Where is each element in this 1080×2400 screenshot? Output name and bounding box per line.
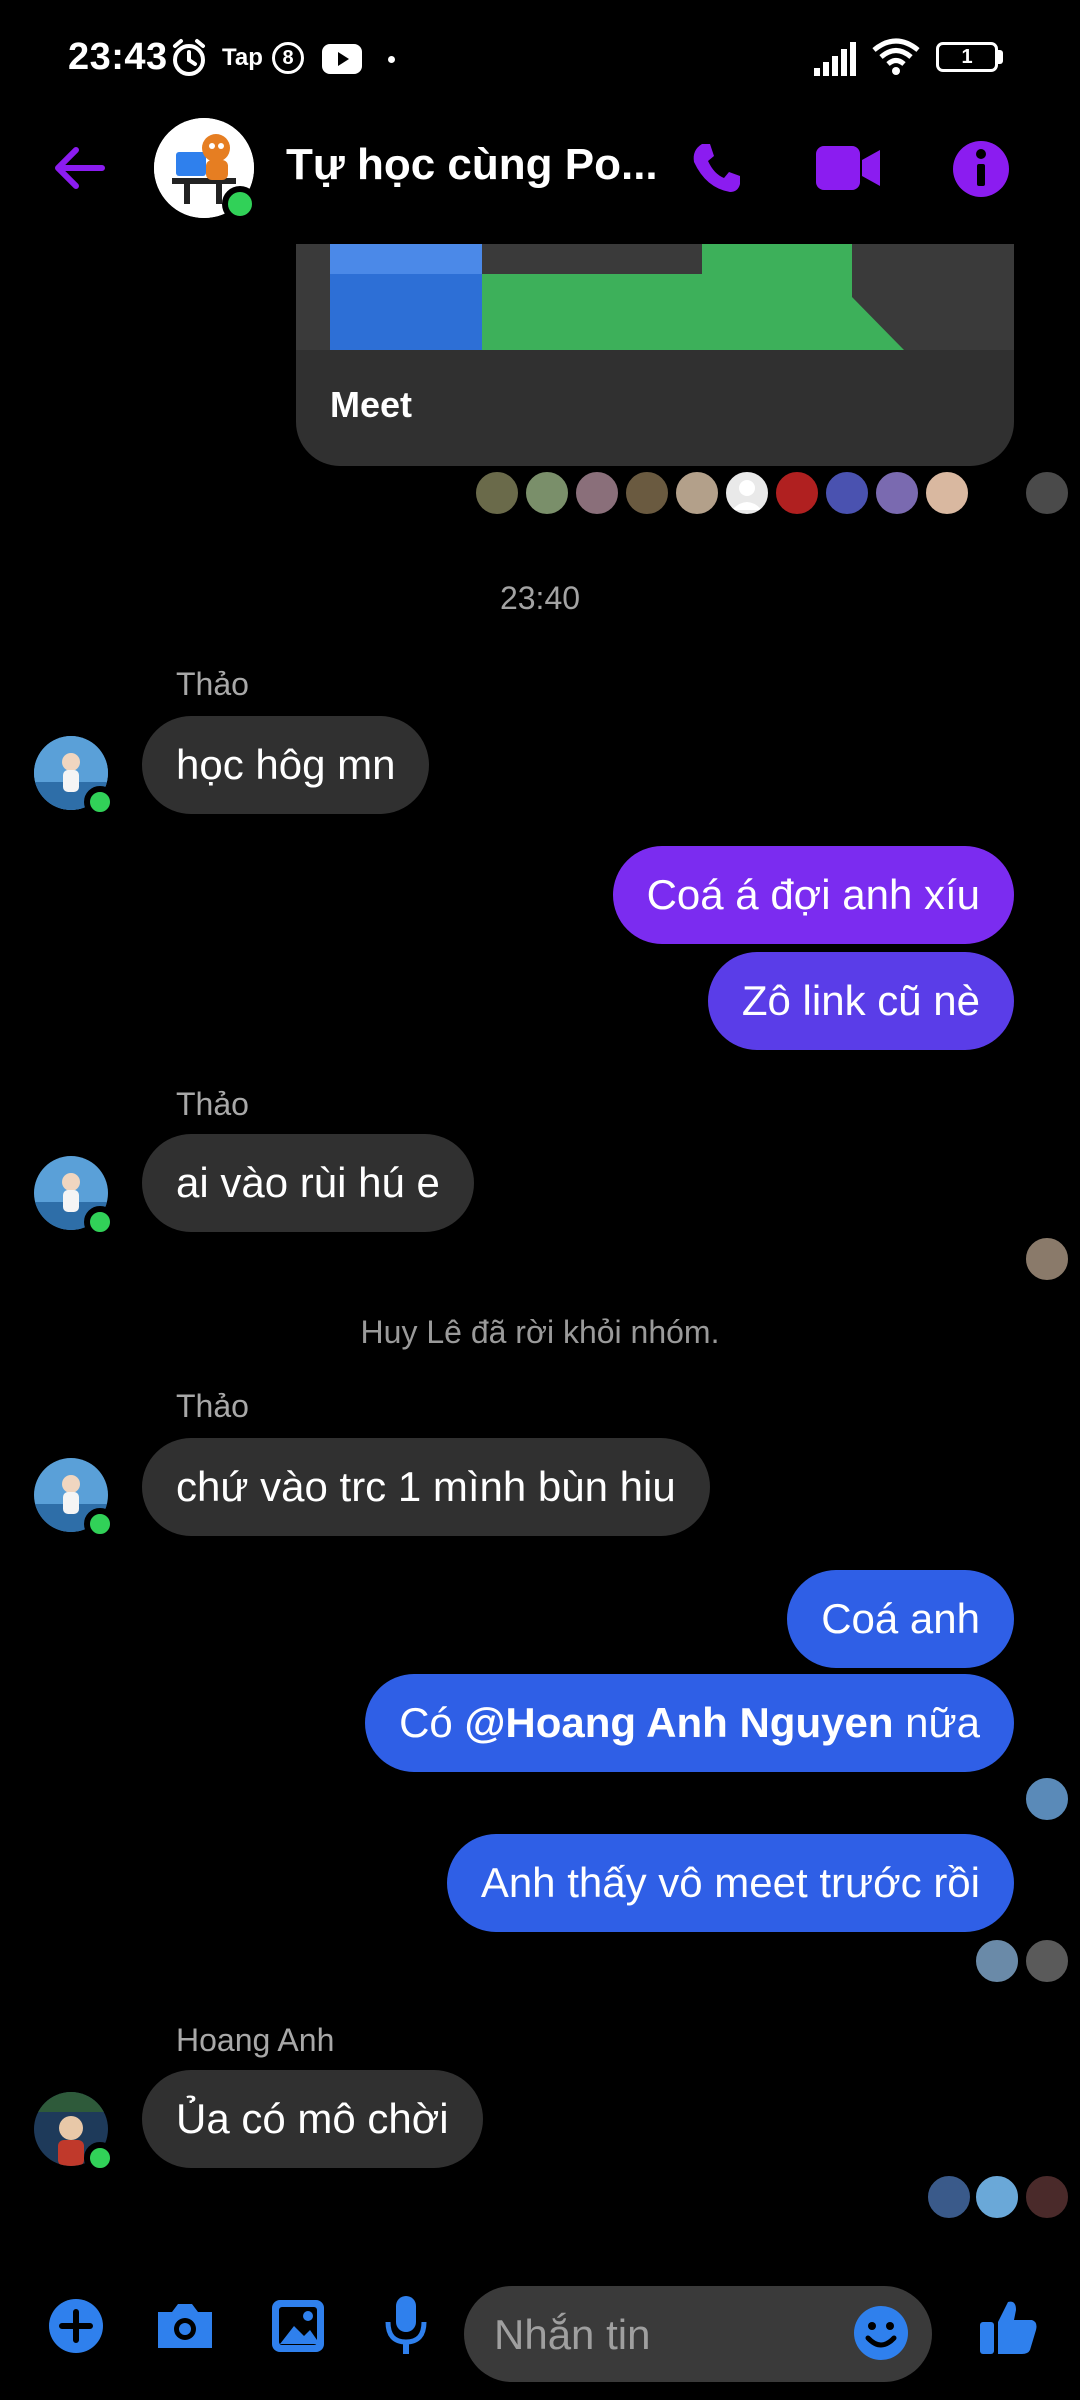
seen-avatar — [974, 1938, 1020, 1984]
seen-avatar — [874, 470, 920, 516]
meet-thumbnail — [296, 244, 1014, 350]
seen-avatar-default — [724, 470, 770, 516]
message-text: Có — [399, 1699, 465, 1746]
signal-icon — [814, 42, 856, 76]
info-icon[interactable] — [952, 140, 1010, 198]
plus-icon[interactable] — [48, 2298, 104, 2354]
message-text: nữa — [893, 1699, 980, 1746]
message-bubble-outgoing[interactable]: Anh thấy vô meet trước rồi — [446, 1834, 1014, 1932]
battery-level: 1 — [961, 46, 973, 68]
message-bubble-outgoing[interactable]: Coá á đợi anh xíu — [612, 846, 1014, 944]
message-bubble-outgoing[interactable]: Coá anh — [787, 1570, 1014, 1668]
seen-avatar — [974, 2174, 1020, 2220]
conversation-title[interactable]: Tự học cùng Po... — [286, 140, 658, 190]
person-icon — [732, 480, 762, 510]
message-input-placeholder: Nhắn tin — [494, 2311, 651, 2358]
message-bubble-incoming[interactable]: học hôg mn — [142, 716, 430, 814]
seen-avatar — [1024, 1236, 1070, 1282]
online-indicator — [84, 786, 116, 818]
meet-link-card[interactable]: Meet — [296, 244, 1014, 466]
online-indicator — [222, 186, 258, 222]
battery-icon: 1 — [936, 42, 998, 72]
seen-avatar — [774, 470, 820, 516]
seen-avatar — [926, 2174, 972, 2220]
badge-8-icon: 8 — [272, 42, 304, 74]
video-icon[interactable] — [816, 144, 882, 192]
sender-name: Thảo — [176, 1388, 249, 1424]
seen-avatar — [924, 470, 970, 516]
youtube-icon — [322, 44, 362, 74]
seen-avatar — [674, 470, 720, 516]
mention[interactable]: @Hoang Anh Nguyen — [464, 1699, 893, 1746]
tap-app-icon: Tap — [222, 44, 263, 71]
image-icon[interactable] — [270, 2298, 326, 2354]
online-indicator — [84, 1508, 116, 1540]
seen-avatar — [1024, 1776, 1070, 1822]
online-indicator — [84, 2142, 116, 2174]
sender-name: Hoang Anh — [176, 2022, 335, 2058]
meet-card-label: Meet — [330, 384, 413, 425]
seen-avatar — [1024, 2174, 1070, 2220]
seen-avatar — [474, 470, 520, 516]
message-bubble-incoming[interactable]: Ủa có mô chời — [142, 2070, 483, 2168]
battery-tip — [998, 50, 1003, 64]
phone-icon[interactable] — [688, 140, 744, 196]
meet-thumb-blue-light — [330, 244, 482, 274]
wifi-icon — [872, 38, 920, 75]
seen-avatar — [824, 470, 870, 516]
mic-icon[interactable] — [384, 2294, 428, 2358]
message-bubble-outgoing-mention[interactable]: Có @Hoang Anh Nguyen nữa — [365, 1674, 1014, 1772]
seen-avatar — [1024, 1938, 1070, 1984]
message-bubble-incoming[interactable]: ai vào rùi hú e — [142, 1134, 474, 1232]
seen-avatar — [524, 470, 570, 516]
sender-name: Thảo — [176, 666, 249, 702]
seen-avatar — [1024, 470, 1070, 516]
message-bubble-outgoing[interactable]: Zô link cũ nè — [707, 952, 1014, 1050]
alarm-icon — [173, 39, 205, 76]
back-arrow-icon[interactable] — [48, 138, 108, 198]
status-time: 23:43 — [68, 36, 168, 78]
dot-icon — [388, 56, 395, 63]
sender-name: Thảo — [176, 1086, 249, 1122]
time-separator: 23:40 — [499, 580, 581, 616]
camera-icon[interactable] — [154, 2300, 216, 2352]
emoji-icon[interactable] — [852, 2304, 910, 2362]
seen-avatar — [574, 470, 620, 516]
message-bubble-incoming[interactable]: chứ vào trc 1 mình bùn hiu — [142, 1438, 710, 1536]
status-bar: 23:43 Tap 8 1 — [0, 0, 1080, 120]
system-message: Huy Lê đã rời khỏi nhóm. — [360, 1314, 720, 1350]
thumbs-up-icon[interactable] — [978, 2296, 1040, 2358]
seen-avatar — [624, 470, 670, 516]
online-indicator — [84, 1206, 116, 1238]
